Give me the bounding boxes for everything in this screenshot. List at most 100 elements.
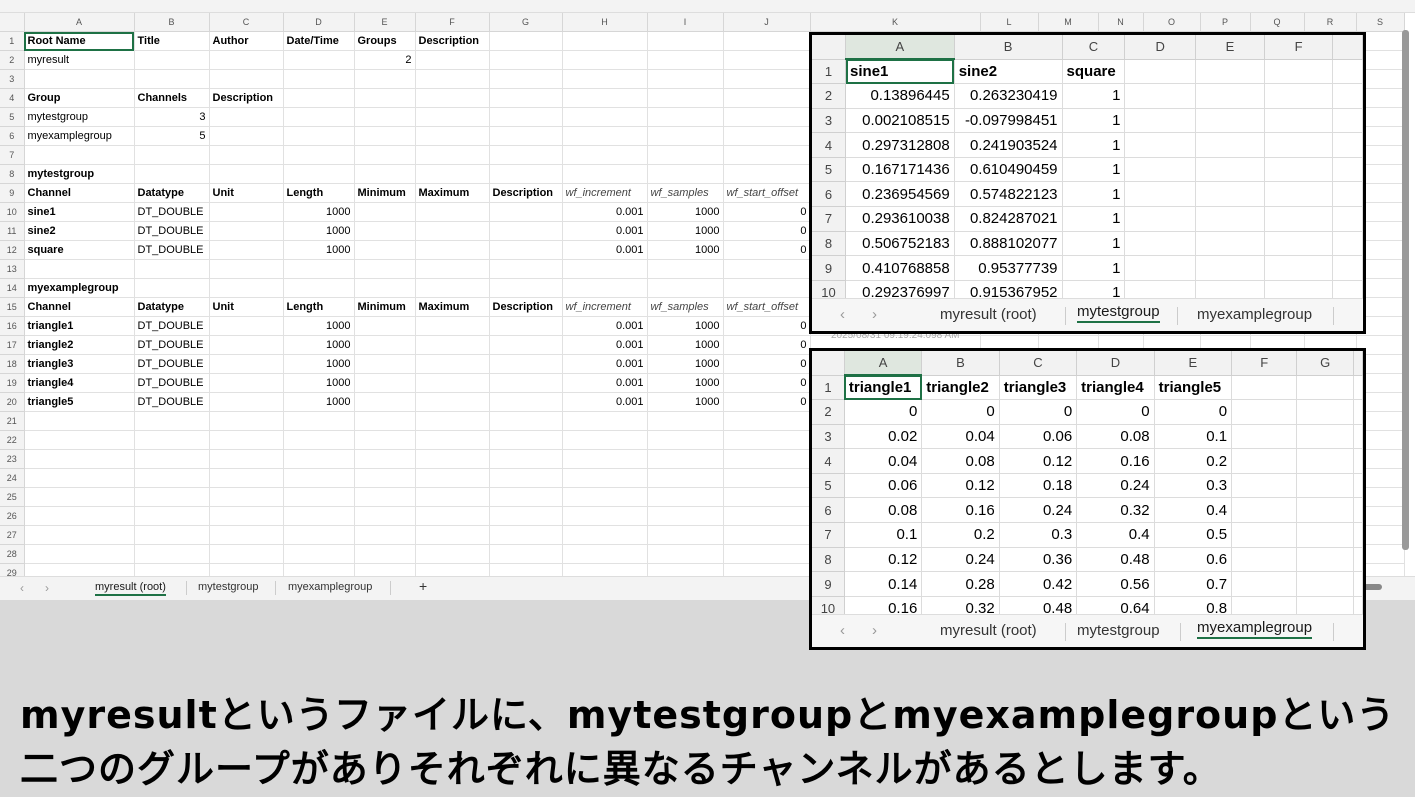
cell[interactable] [489,430,563,450]
cell[interactable]: 1000 [283,240,355,260]
cell[interactable] [354,202,416,222]
cell[interactable] [24,259,135,279]
column-header[interactable]: O [1143,13,1201,32]
cell[interactable] [1231,571,1298,597]
column-header[interactable]: F [1231,351,1298,376]
cell[interactable] [1353,571,1363,597]
cell[interactable] [283,487,355,507]
column-header[interactable]: F [415,13,490,32]
cell[interactable] [723,164,811,184]
row-header[interactable]: 26 [0,506,25,526]
cell[interactable] [1332,83,1363,109]
row-header[interactable]: 7 [812,206,847,232]
column-header[interactable]: H [562,13,648,32]
cell[interactable]: 0.5 [1154,522,1233,548]
row-header[interactable]: 28 [0,544,25,564]
cell[interactable]: 1000 [283,335,355,355]
cell[interactable]: wf_increment [562,297,648,317]
cell[interactable]: 0 [1076,399,1155,425]
cell[interactable] [562,145,648,165]
cell[interactable] [415,487,490,507]
cell[interactable] [562,430,648,450]
cell[interactable]: 0.56 [1076,571,1155,597]
cell[interactable]: 0.824287021 [954,206,1063,232]
row-header[interactable]: 23 [0,449,25,469]
cell[interactable] [415,50,490,70]
column-header[interactable]: K [810,13,981,32]
cell[interactable] [562,50,648,70]
cell[interactable] [134,278,210,298]
cell[interactable]: Description [209,88,284,108]
cell[interactable]: Root Name [24,31,135,51]
cell[interactable] [354,107,416,127]
cell[interactable] [354,316,416,336]
cell[interactable] [1353,424,1363,450]
cell[interactable] [1332,59,1363,85]
cell[interactable] [647,278,724,298]
cell[interactable]: Minimum [354,183,416,203]
cell[interactable]: 0.04 [921,424,1000,450]
cell[interactable] [354,449,416,469]
cell[interactable]: 0.02 [844,424,923,450]
cell[interactable] [562,487,648,507]
cell[interactable] [283,50,355,70]
row-header[interactable]: 1 [812,59,847,85]
cell[interactable] [1296,375,1354,401]
cell[interactable] [489,259,563,279]
cell[interactable] [647,107,724,127]
cell[interactable] [723,278,811,298]
cell[interactable]: myexamplegroup [24,278,135,298]
row-header[interactable]: 5 [812,157,847,183]
cell[interactable] [562,544,648,564]
cell[interactable] [723,31,811,51]
cell[interactable] [1332,206,1363,232]
cell[interactable]: DT_DOUBLE [134,335,210,355]
cell[interactable] [415,88,490,108]
cell[interactable]: 0.236954569 [845,181,955,208]
cell[interactable]: 0.08 [921,448,1000,474]
cell[interactable] [1296,522,1354,548]
cell[interactable]: 0.610490459 [954,157,1063,183]
cell[interactable] [1195,108,1265,134]
column-header[interactable]: F [1264,35,1334,60]
row-header[interactable]: 25 [0,487,25,507]
cell[interactable] [647,411,724,431]
cell[interactable] [415,373,490,393]
cell[interactable]: 3 [134,107,210,127]
row-header[interactable]: 10 [0,202,25,222]
cell[interactable] [723,468,811,488]
cell[interactable] [415,145,490,165]
cell[interactable]: 0.14 [844,571,923,597]
cell[interactable] [647,88,724,108]
row-header[interactable]: 1 [0,31,25,51]
cell[interactable]: 0.16 [921,497,1000,524]
cell[interactable] [415,392,490,412]
cell[interactable]: 0 [723,221,811,241]
cell[interactable]: 0.167171436 [845,157,955,183]
cell[interactable] [209,278,284,298]
cell[interactable]: Description [415,31,490,51]
cell[interactable]: Date/Time [283,31,355,51]
cell[interactable]: 0.2 [921,522,1000,548]
row-header[interactable]: 19 [0,373,25,393]
row-header[interactable]: 9 [812,571,845,597]
cell[interactable] [647,145,724,165]
cell[interactable]: sine1 [24,202,135,222]
cell[interactable] [489,411,563,431]
cell[interactable]: Channel [24,297,135,317]
tab-prev-icon[interactable]: ‹ [840,622,845,639]
cell[interactable]: 0.888102077 [954,231,1063,257]
cell[interactable]: wf_increment [562,183,648,203]
column-header[interactable]: I [647,13,724,32]
cell[interactable]: 1000 [647,335,724,355]
cell[interactable] [562,506,648,526]
cell[interactable] [489,449,563,469]
cell[interactable]: 0.48 [1076,547,1155,573]
cell[interactable] [209,525,284,545]
cell[interactable]: 1000 [283,221,355,241]
cell[interactable] [209,107,284,127]
cell[interactable] [24,69,135,89]
tab-prev-icon[interactable]: ‹ [20,581,24,595]
cell[interactable] [415,468,490,488]
cell[interactable]: 0.28 [921,571,1000,597]
